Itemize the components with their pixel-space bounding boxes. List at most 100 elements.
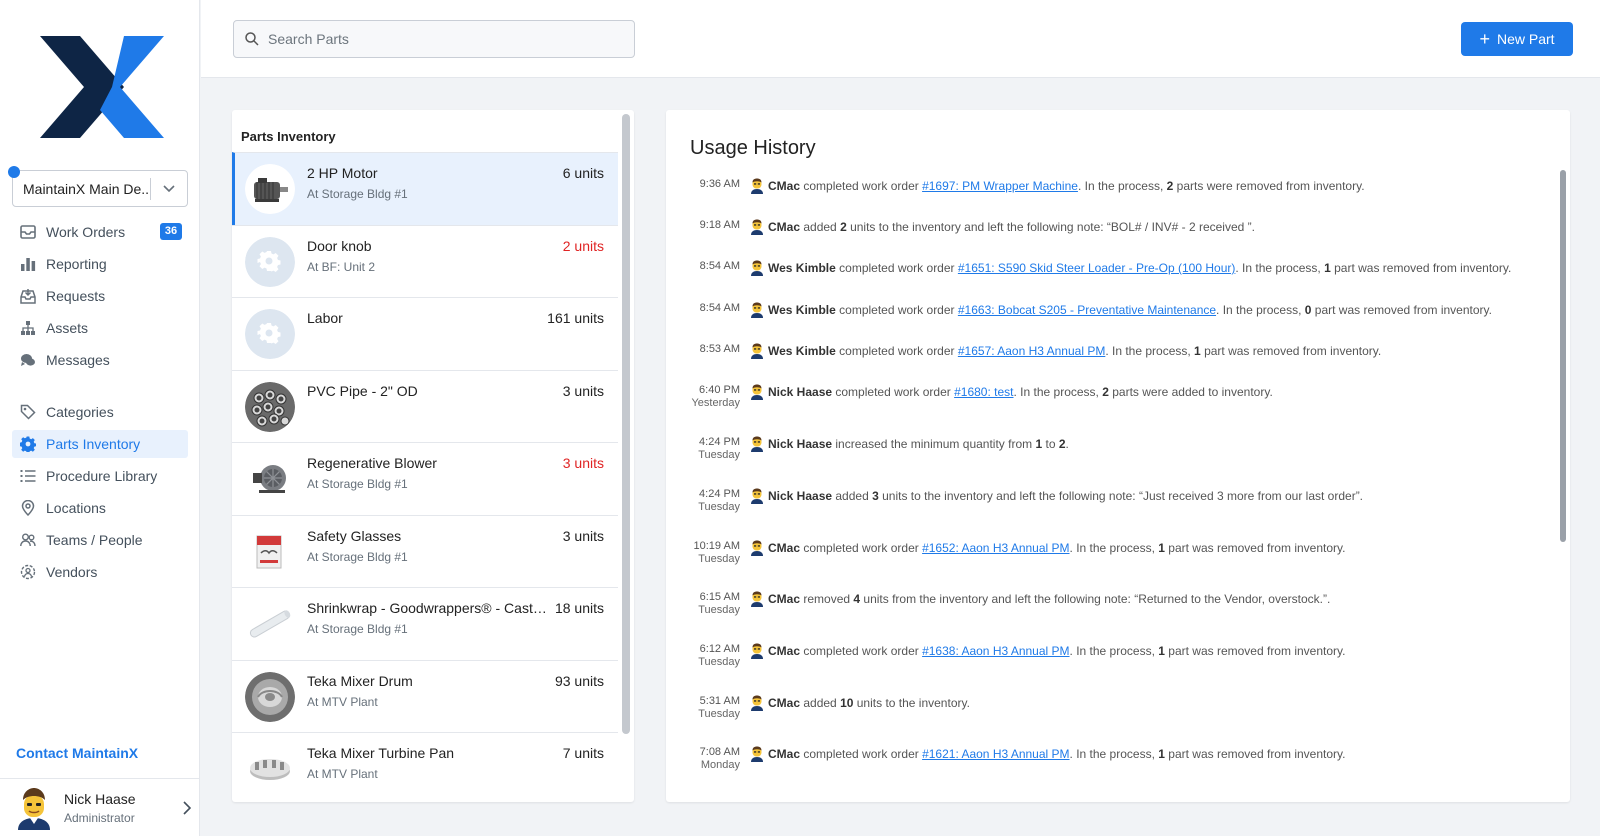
part-name: Door knob (307, 237, 372, 254)
work-order-link[interactable]: #1663: Bobcat S205 - Preventative Mainte… (958, 303, 1216, 317)
sidebar-item-vendors[interactable]: Vendors (12, 558, 188, 586)
entry-day: Tuesday (698, 656, 740, 668)
entry-description: Nick Haase completed work order #1680: t… (768, 385, 1273, 399)
work-order-link[interactable]: #1652: Aaon H3 Annual PM (922, 541, 1069, 555)
entry-time: 8:54 AM (699, 260, 740, 272)
part-list-item[interactable]: Labor 161 units (232, 297, 618, 370)
work-order-link[interactable]: #1657: Aaon H3 Annual PM (958, 344, 1105, 358)
search-input[interactable] (268, 31, 634, 47)
entry-emphasis: 3 (872, 489, 879, 503)
part-list-item[interactable]: Door knob At BF: Unit 2 2 units (232, 224, 618, 298)
part-name: PVC Pipe - 2" OD (307, 382, 418, 399)
sidebar-item-teams-people[interactable]: Teams / People (12, 526, 188, 554)
sidebar-item-categories[interactable]: Categories (12, 398, 188, 426)
contact-maintainx-link[interactable]: Contact MaintainX (16, 745, 138, 761)
work-order-link[interactable]: #1697: PM Wrapper Machine (922, 179, 1078, 193)
part-quantity: 6 units (562, 165, 604, 181)
bar-chart-icon (19, 255, 37, 273)
avatar (18, 787, 50, 830)
sidebar-item-work-orders[interactable]: Work Orders 36 (12, 218, 188, 246)
sidebar-item-label: Parts Inventory (46, 436, 141, 452)
entry-emphasis: 0 (1304, 303, 1312, 317)
entry-timestamp: 8:53 AM (666, 343, 740, 356)
entry-emphasis: CMac (768, 179, 801, 193)
sidebar-item-assets[interactable]: Assets (12, 314, 188, 342)
user-text: Nick Haase Administrator (64, 791, 174, 825)
part-location: At BF: Unit 2 (307, 259, 376, 274)
part-list-item[interactable]: 2 HP Motor At Storage Bldg #1 6 units (232, 152, 618, 225)
chevron-down-icon[interactable] (151, 184, 187, 193)
entry-emphasis: CMac (768, 592, 801, 606)
user-avatar-icon (751, 488, 763, 504)
entry-time: 6:15 AM (699, 591, 740, 603)
part-quantity: 161 units (547, 310, 604, 326)
part-list-item[interactable]: Teka Mixer Turbine Pan At MTV Plant 7 unit… (232, 732, 618, 802)
organization-select[interactable]: MaintainX Main De... (12, 170, 188, 207)
top-bar: + New Part (201, 0, 1600, 78)
user-profile[interactable]: Nick Haase Administrator (0, 778, 200, 836)
entry-emphasis: Wes Kimble (768, 303, 836, 317)
search-icon (245, 32, 259, 46)
maintainx-logo[interactable] (40, 36, 164, 138)
sidebar-item-procedure-library[interactable]: Procedure Library (12, 462, 188, 490)
parts-list: 2 HP Motor At Storage Bldg #1 6 units Door … (232, 152, 618, 802)
part-thumbnail (245, 381, 295, 432)
entry-time: 4:24 PM (699, 488, 740, 500)
entry-day: Tuesday (698, 708, 740, 720)
entry-time: 7:08 AM (699, 746, 740, 758)
part-list-item[interactable]: Teka Mixer Drum At MTV Plant 93 units (232, 659, 618, 733)
sidebar-item-label: Teams / People (46, 532, 143, 548)
entry-emphasis: Wes Kimble (768, 344, 836, 358)
work-order-link[interactable]: #1680: test (954, 385, 1013, 399)
part-list-item[interactable]: Safety Glasses At Storage Bldg #1 3 units (232, 514, 618, 588)
user-avatar-icon (751, 178, 763, 194)
usage-history-entry: 9:36 AM CMac completed work order #1697: … (666, 178, 1365, 194)
sidebar-item-requests[interactable]: Requests (12, 282, 188, 310)
entry-day: Tuesday (698, 449, 740, 461)
work-order-link[interactable]: #1621: Aaon H3 Annual PM (922, 747, 1069, 761)
entry-timestamp: 6:12 AM Tuesday (666, 643, 740, 669)
new-part-button[interactable]: + New Part (1461, 22, 1573, 56)
part-list-item[interactable]: Regenerative Blower At Storage Bldg #1 3 u… (232, 442, 618, 515)
entry-day: Tuesday (698, 501, 740, 513)
part-location: At MTV Plant (307, 767, 378, 781)
search-box[interactable] (233, 20, 635, 58)
part-quantity: 3 units (562, 527, 604, 544)
chat-bubbles-icon (19, 351, 37, 369)
sidebar-item-reporting[interactable]: Reporting (12, 250, 188, 278)
usage-history-entry: 10:19 AM Tuesday CMac completed work order… (666, 540, 1346, 566)
user-avatar-icon (751, 695, 763, 711)
usage-scrollbar[interactable] (1560, 170, 1566, 542)
entry-emphasis: 1 (1194, 344, 1201, 358)
entry-emphasis: 4 (853, 592, 861, 606)
entry-emphasis: 1 (1158, 541, 1165, 555)
part-name: Labor (307, 310, 343, 326)
chevron-right-icon[interactable] (174, 800, 200, 815)
sidebar-item-label: Reporting (46, 256, 107, 272)
sidebar-item-messages[interactable]: Messages (12, 346, 188, 374)
usage-history-entry: 5:31 AM Tuesday CMac added 10 units to the… (666, 695, 970, 721)
plus-icon: + (1479, 29, 1490, 49)
part-list-item[interactable]: Shrinkwrap - Goodwrappers® - Cast,... At … (232, 587, 618, 660)
part-thumbnail (245, 454, 295, 504)
entry-time: 6:12 AM (699, 643, 740, 655)
list-icon (19, 467, 37, 485)
entry-time: 9:18 AM (699, 219, 740, 231)
entry-time: 4:24 PM (699, 436, 740, 448)
usage-history-entry: 6:15 AM Tuesday CMac removed 4 units from … (666, 591, 1330, 617)
sidebar-item-parts-inventory[interactable]: Parts Inventory (12, 430, 188, 458)
parts-scrollbar[interactable] (622, 114, 630, 734)
entry-emphasis: 1 (1158, 747, 1165, 761)
entry-time: 6:40 PM (699, 384, 740, 396)
work-order-link[interactable]: #1651: S590 Skid Steer Loader - Pre-Op (… (958, 261, 1236, 275)
sidebar-item-locations[interactable]: Locations (12, 494, 188, 522)
user-avatar-icon (751, 384, 763, 400)
entry-emphasis: 2 (840, 220, 847, 234)
part-list-item[interactable]: PVC Pipe - 2" OD 3 units (232, 369, 618, 443)
entry-timestamp: 6:15 AM Tuesday (666, 591, 740, 617)
work-order-link[interactable]: #1638: Aaon H3 Annual PM (922, 644, 1069, 658)
sidebar-item-label: Messages (46, 352, 110, 368)
parts-inventory-panel: Parts Inventory 2 HP Motor At Storage Bld… (232, 110, 634, 802)
gear-icon (19, 435, 37, 453)
